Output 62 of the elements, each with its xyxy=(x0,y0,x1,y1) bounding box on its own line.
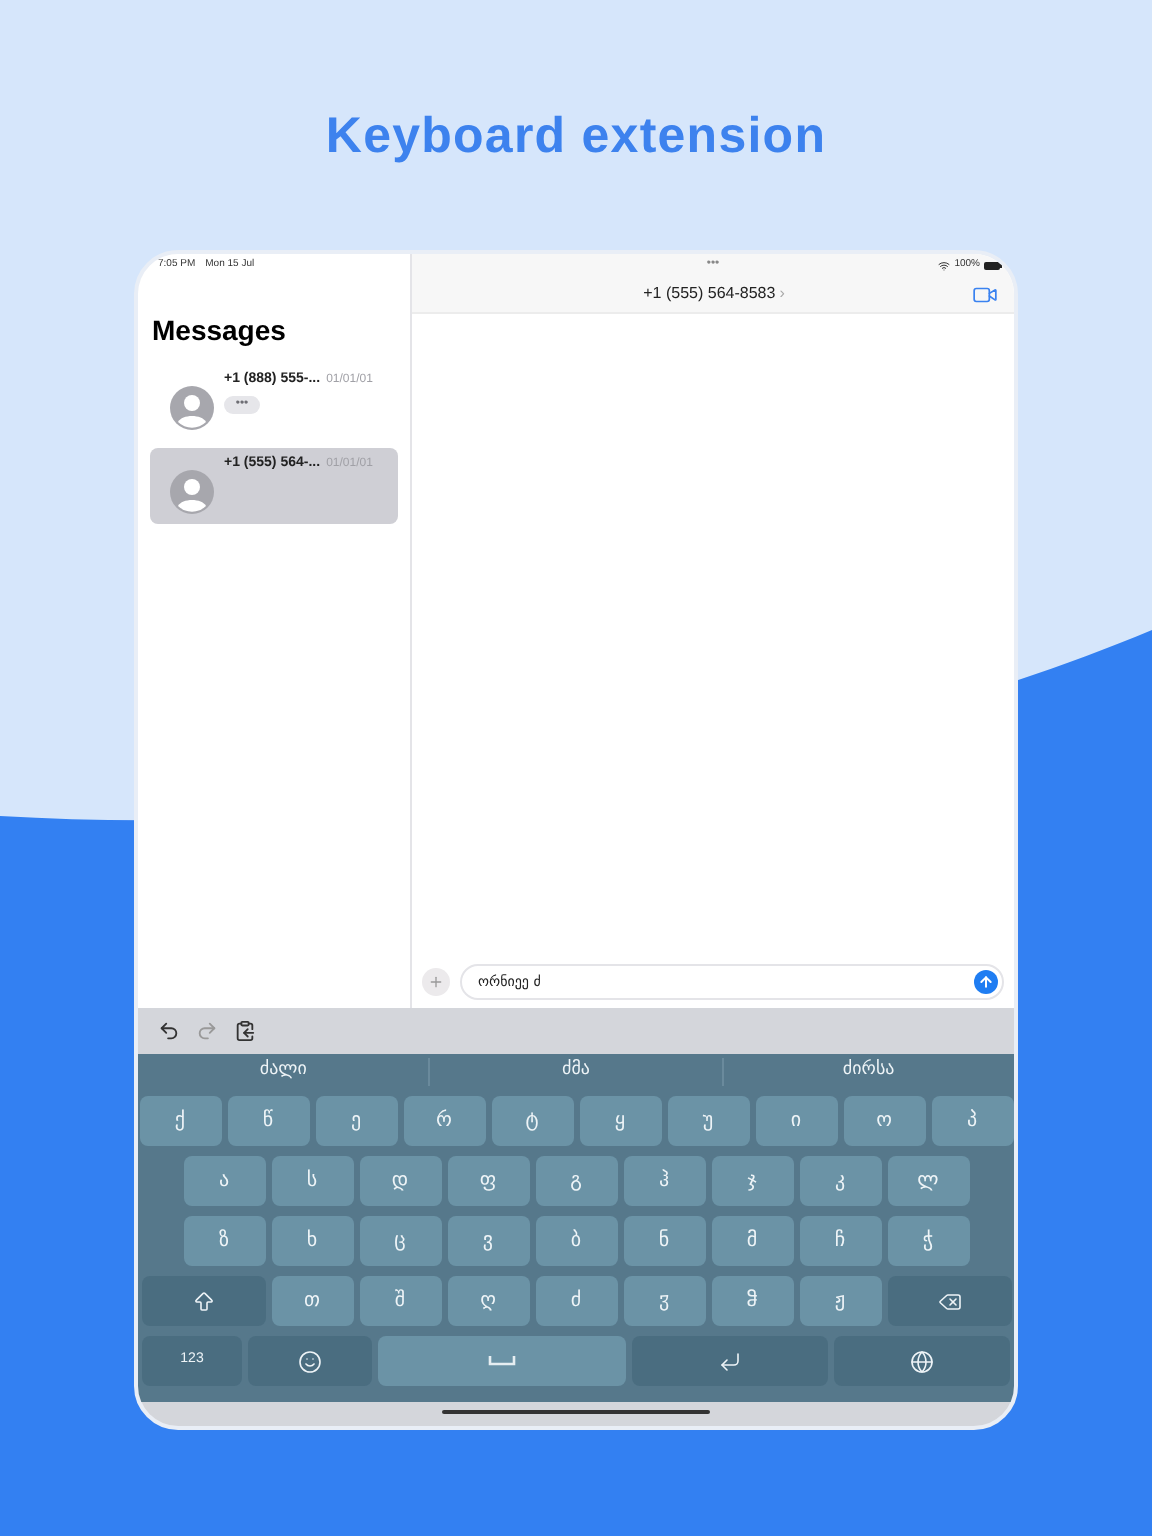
letter-key[interactable]: ვ xyxy=(447,1216,529,1266)
letter-key[interactable]: კ xyxy=(799,1156,881,1206)
letter-key[interactable]: ჰ xyxy=(623,1156,705,1206)
suggestion[interactable]: ძირსა xyxy=(721,1058,1014,1086)
letter-key[interactable]: დ xyxy=(359,1156,441,1206)
letter-key[interactable]: ღ xyxy=(447,1276,529,1326)
letter-key[interactable]: ფ xyxy=(447,1156,529,1206)
sidebar-title: Messages xyxy=(150,312,288,350)
letter-key[interactable]: ც xyxy=(359,1216,441,1266)
letter-key[interactable]: ჭ xyxy=(887,1216,969,1266)
letter-key[interactable]: ძ xyxy=(535,1276,617,1326)
shift-icon xyxy=(191,1289,215,1313)
add-button[interactable] xyxy=(422,968,450,996)
letter-key[interactable]: უ xyxy=(667,1096,749,1146)
letter-key[interactable]: გ xyxy=(535,1156,617,1206)
globe-key[interactable] xyxy=(834,1336,1010,1386)
clipboard-icon[interactable] xyxy=(234,1020,256,1042)
plus-icon xyxy=(428,974,444,990)
delete-key[interactable] xyxy=(887,1276,1011,1326)
avatar-icon xyxy=(170,470,214,514)
redo-icon[interactable] xyxy=(196,1020,218,1042)
letter-key[interactable]: ხ xyxy=(271,1216,353,1266)
letter-key[interactable]: ო xyxy=(843,1096,925,1146)
smiley-icon xyxy=(298,1349,322,1373)
return-icon xyxy=(718,1349,742,1373)
undo-icon[interactable] xyxy=(158,1020,180,1042)
letter-key[interactable]: ჵ xyxy=(711,1276,793,1326)
letter-key[interactable]: რ xyxy=(403,1096,485,1146)
emoji-key[interactable] xyxy=(248,1336,372,1386)
letter-key[interactable]: ზ xyxy=(183,1216,265,1266)
chevron[interactable]: › xyxy=(779,282,785,306)
letter-key[interactable]: ჩ xyxy=(799,1216,881,1266)
letter-key[interactable]: ბ xyxy=(535,1216,617,1266)
avatar-icon xyxy=(170,386,214,430)
battery-icon xyxy=(984,261,1002,269)
letter-key[interactable]: შ xyxy=(359,1276,441,1326)
letter-key[interactable]: ჳ xyxy=(623,1276,705,1326)
chat-title[interactable]: +1 (555) 564-8583 xyxy=(643,282,776,306)
space-icon xyxy=(488,1356,516,1366)
letter-key[interactable]: ი xyxy=(755,1096,837,1146)
suggestion[interactable]: ძალი xyxy=(138,1058,429,1086)
letter-key[interactable]: პ xyxy=(931,1096,1013,1146)
shift-key[interactable] xyxy=(141,1276,265,1326)
globe-icon xyxy=(910,1349,934,1373)
headline: Keyboard extension xyxy=(325,106,827,160)
suggestion[interactable]: ძმა xyxy=(428,1058,722,1086)
letter-key[interactable]: ა xyxy=(183,1156,265,1206)
letter-key[interactable]: ე xyxy=(315,1096,397,1146)
wifi-icon xyxy=(938,259,951,271)
letter-key[interactable]: ჯ xyxy=(711,1156,793,1206)
backspace-icon xyxy=(937,1289,961,1313)
letter-key[interactable]: ლ xyxy=(887,1156,969,1206)
letter-key[interactable]: ნ xyxy=(623,1216,705,1266)
letter-key[interactable]: ყ xyxy=(579,1096,661,1146)
letter-key[interactable]: მ xyxy=(711,1216,793,1266)
letter-key[interactable]: თ xyxy=(271,1276,353,1326)
send-icon[interactable] xyxy=(974,970,998,994)
letter-key[interactable]: ს xyxy=(271,1156,353,1206)
letter-key[interactable]: ჟ xyxy=(799,1276,881,1326)
letter-key[interactable]: ტ xyxy=(491,1096,573,1146)
letter-key[interactable]: წ xyxy=(227,1096,309,1146)
letter-key[interactable]: ქ xyxy=(139,1096,221,1146)
